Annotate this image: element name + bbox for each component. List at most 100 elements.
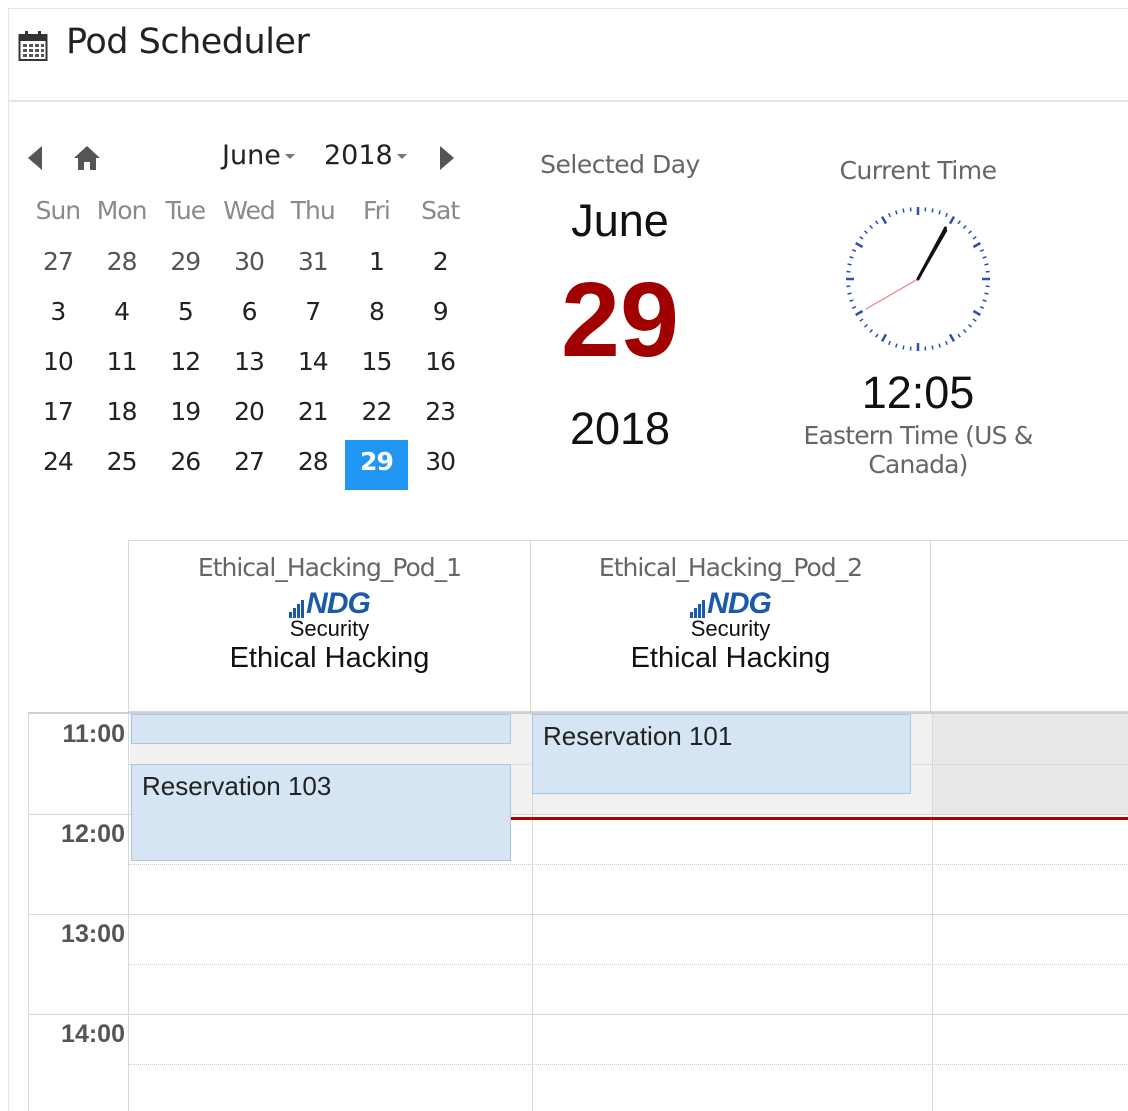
calendar-day[interactable]: 24 xyxy=(26,440,90,490)
weekday-label: Mon xyxy=(96,196,148,225)
month-dropdown[interactable]: June xyxy=(222,140,295,171)
calendar-day[interactable]: 2 xyxy=(408,240,472,290)
calendar-day[interactable]: 17 xyxy=(26,390,90,440)
clock-tick xyxy=(972,241,981,249)
calendar-day[interactable]: 12 xyxy=(153,340,217,390)
pod-header-row: Ethical_Hacking_Pod_1 NDG Security Ethic… xyxy=(128,540,1128,712)
pod-header-empty xyxy=(930,541,1128,712)
clock-tick xyxy=(984,292,989,295)
calendar-day[interactable]: 16 xyxy=(408,340,472,390)
page-header: Pod Scheduler xyxy=(8,8,1128,102)
calendar-day[interactable]: 21 xyxy=(281,390,345,440)
hour-line xyxy=(29,1014,1128,1015)
weekday-label: Sun xyxy=(35,196,82,225)
calendar-day[interactable]: 30 xyxy=(217,240,281,290)
clock-tick xyxy=(938,210,941,215)
calendar-day[interactable]: 19 xyxy=(153,390,217,440)
next-month-icon[interactable] xyxy=(440,146,454,170)
calendar-week: 17 18 19 20 21 22 23 xyxy=(26,390,472,440)
clock-tick xyxy=(948,216,956,225)
selected-day-number: 29 xyxy=(561,261,679,379)
calendar-day[interactable]: 11 xyxy=(90,340,154,390)
clock-tick xyxy=(875,220,879,225)
reservation-103[interactable]: Reservation 103 xyxy=(131,764,511,861)
calendar-day-selected[interactable]: 29 xyxy=(344,440,409,490)
half-hour-line xyxy=(129,1064,1128,1065)
calendar-day[interactable]: 28 xyxy=(90,240,154,290)
calendar-day[interactable]: 30 xyxy=(408,440,472,490)
home-icon[interactable] xyxy=(72,144,102,172)
clock-tick xyxy=(979,249,985,253)
year-dropdown[interactable]: 2018 xyxy=(324,140,407,171)
calendar-day[interactable]: 25 xyxy=(90,440,154,490)
hour-line xyxy=(29,914,1128,915)
calendar-week: 27 28 29 30 31 1 2 xyxy=(26,240,472,290)
pod-header-1: Ethical_Hacking_Pod_1 NDG Security Ethic… xyxy=(128,541,530,712)
clock-tick xyxy=(869,224,874,229)
clock-tick xyxy=(972,318,977,322)
clock-tick xyxy=(982,256,987,259)
clock-tick xyxy=(979,305,985,309)
clock-tick xyxy=(855,309,864,317)
page-title: Pod Scheduler xyxy=(66,22,310,62)
calendar-day[interactable]: 27 xyxy=(26,240,90,290)
calendar-day[interactable]: 26 xyxy=(153,440,217,490)
signal-bars-icon xyxy=(289,596,305,618)
clock-tick xyxy=(902,345,905,350)
calendar-day[interactable]: 1 xyxy=(345,240,409,290)
clock-tick xyxy=(962,224,967,229)
logo-subtitle: Security xyxy=(289,616,370,641)
prev-month-icon[interactable] xyxy=(28,146,42,170)
clock-tick xyxy=(931,345,934,350)
calendar-day[interactable]: 27 xyxy=(217,440,281,490)
ndg-logo: NDG xyxy=(531,588,930,619)
calendar-day[interactable]: 13 xyxy=(217,340,281,390)
clock-tick xyxy=(869,329,874,334)
calendar-day[interactable]: 9 xyxy=(408,290,472,340)
calendar-day[interactable]: 23 xyxy=(408,390,472,440)
calendar-day[interactable]: 5 xyxy=(153,290,217,340)
calendar-day[interactable]: 20 xyxy=(217,390,281,440)
current-time-indicator xyxy=(511,817,1128,820)
calendar-day[interactable]: 3 xyxy=(26,290,90,340)
calendar-day[interactable]: 29 xyxy=(153,240,217,290)
ndg-logo: NDG xyxy=(129,588,530,619)
clock-tick xyxy=(849,256,854,259)
clock-tick xyxy=(863,323,868,328)
clock-tick xyxy=(855,241,864,249)
clock-tick xyxy=(847,292,852,295)
weekday-label: Sat xyxy=(421,196,460,225)
current-time-value: 12:05 xyxy=(861,367,975,418)
calendar-day[interactable]: 28 xyxy=(281,440,345,490)
clock-tick xyxy=(859,236,864,240)
analog-clock-icon xyxy=(846,207,990,351)
calendar-day[interactable]: 22 xyxy=(345,390,409,440)
clock-tick xyxy=(895,210,898,215)
calendar-day[interactable]: 31 xyxy=(281,240,345,290)
reservation-block[interactable] xyxy=(131,714,511,744)
weekday-label: Tue xyxy=(165,196,206,225)
clock-tick xyxy=(859,318,864,322)
calendar-day[interactable]: 8 xyxy=(345,290,409,340)
calendar-day[interactable]: 14 xyxy=(281,340,345,390)
calendar-day[interactable]: 7 xyxy=(281,290,345,340)
clock-tick xyxy=(888,212,892,218)
pod-name: Ethical_Hacking_Pod_2 xyxy=(598,553,863,582)
clock-tick xyxy=(972,309,981,317)
clock-tick xyxy=(962,329,967,334)
calendar-day[interactable]: 15 xyxy=(345,340,409,390)
weekday-label: Thu xyxy=(290,196,336,225)
month-dropdown-label: June xyxy=(222,140,281,171)
clock-tick xyxy=(972,236,977,240)
calendar-day[interactable]: 4 xyxy=(90,290,154,340)
calendar-day[interactable]: 18 xyxy=(90,390,154,440)
weekday-header: Sun Mon Tue Wed Thu Fri Sat xyxy=(26,196,472,230)
clock-tick xyxy=(982,299,987,302)
reservation-101[interactable]: Reservation 101 xyxy=(532,714,911,794)
clock-tick xyxy=(944,340,948,346)
calendar-day[interactable]: 10 xyxy=(26,340,90,390)
clock-tick xyxy=(957,220,961,225)
clock-tick xyxy=(957,333,961,338)
clock-tick xyxy=(938,343,941,348)
calendar-day[interactable]: 6 xyxy=(217,290,281,340)
